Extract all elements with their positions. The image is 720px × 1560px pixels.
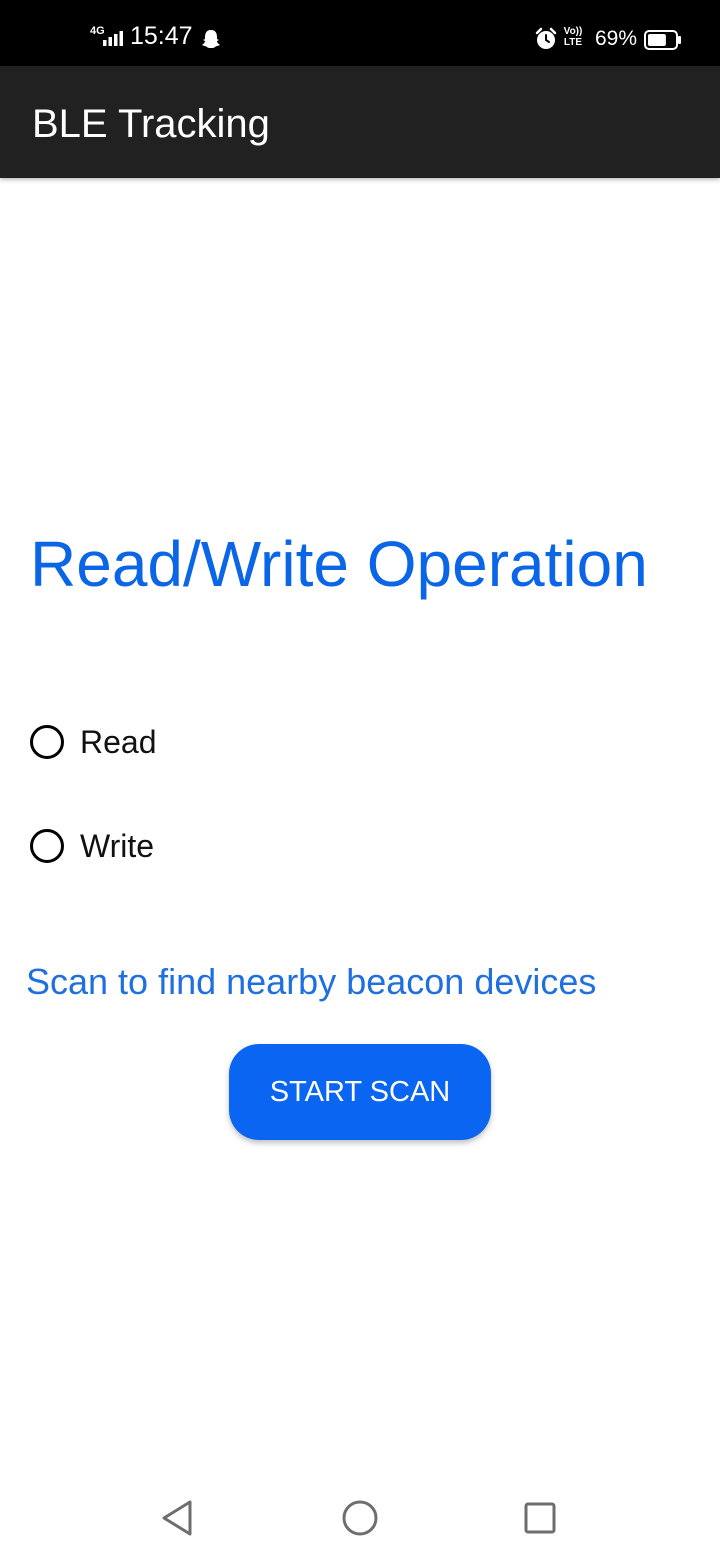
radio-write[interactable]: Write [30, 824, 154, 868]
page-title: Read/Write Operation [30, 528, 648, 600]
recents-icon[interactable] [520, 1498, 560, 1538]
signal-icon [103, 31, 123, 46]
back-icon[interactable] [158, 1498, 198, 1538]
status-bar: 4G 15:47 Vo)) LTE 69% [0, 0, 720, 66]
volte-bottom-label: LTE [563, 37, 583, 48]
radio-read[interactable]: Read [30, 720, 157, 764]
scan-hint-text: Scan to find nearby beacon devices [26, 961, 597, 1002]
screen: 4G 15:47 Vo)) LTE 69% BLE Tracking Read/… [0, 0, 720, 1560]
volte-top-label: Vo)) [563, 26, 583, 37]
radio-label-read: Read [80, 724, 157, 760]
alarm-icon [535, 27, 557, 49]
home-icon[interactable] [340, 1498, 380, 1538]
app-bar: BLE Tracking [0, 66, 720, 178]
battery-percent: 69% [595, 27, 638, 50]
navigation-bar [0, 1470, 720, 1560]
battery-icon [644, 30, 681, 50]
app-title: BLE Tracking [32, 102, 270, 146]
radio-button-write[interactable] [30, 829, 64, 863]
clock: 15:47 [130, 22, 193, 50]
start-scan-button[interactable]: START SCAN [229, 1044, 491, 1140]
radio-label-write: Write [80, 828, 155, 864]
volte-icon: Vo)) LTE [562, 26, 584, 48]
radio-button-read[interactable] [30, 725, 64, 759]
ghost-icon [202, 30, 220, 48]
